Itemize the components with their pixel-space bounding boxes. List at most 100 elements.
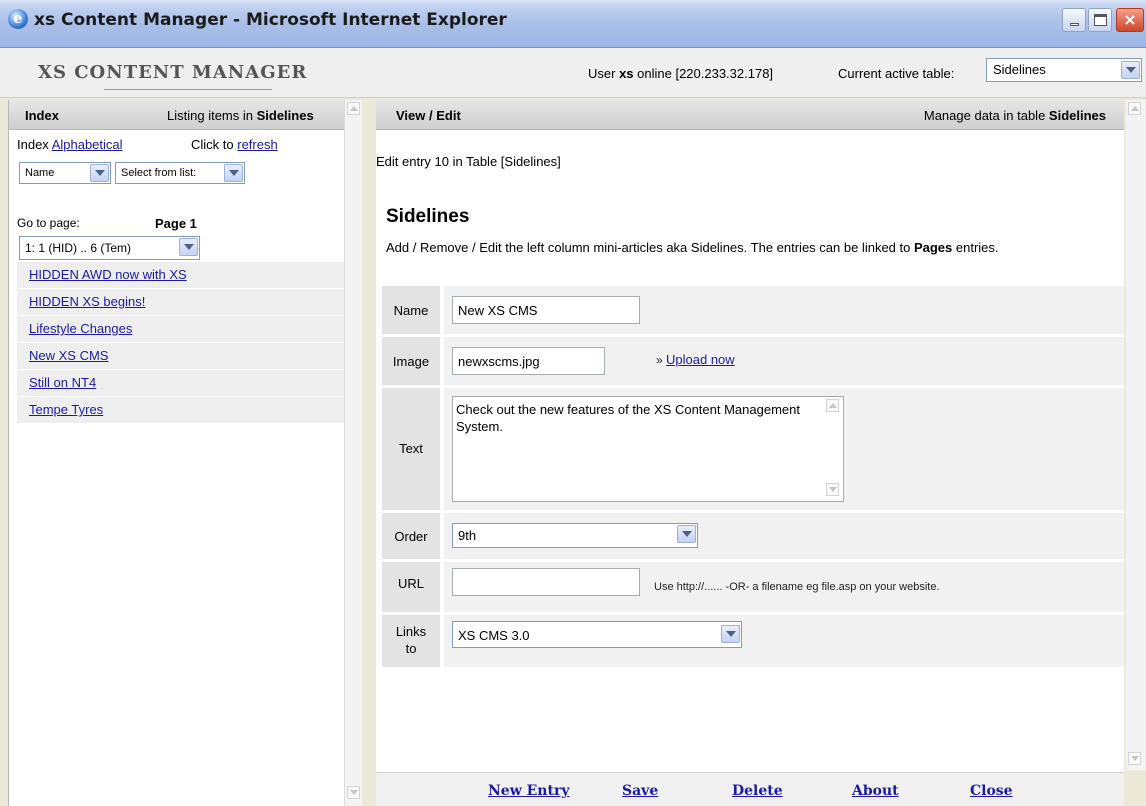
desc-end: entries. (952, 240, 999, 255)
edit-panel-header: View / Edit Manage data in table Sidelin… (376, 100, 1124, 130)
index-alphabetical-link[interactable]: Alphabetical (52, 137, 123, 152)
list-item: HIDDEN XS begins! (17, 289, 355, 315)
chevron-down-icon[interactable] (677, 525, 696, 543)
scroll-up-icon[interactable] (1128, 102, 1141, 115)
url-label: URL (382, 562, 440, 612)
entry-link[interactable]: Tempe Tyres (29, 402, 103, 417)
order-row: Order 9th (382, 513, 1124, 559)
list-item: Lifestyle Changes (17, 316, 355, 342)
refresh-line: Click to refresh (191, 137, 278, 152)
url-hint: Use http://...... -OR- a filename eg fil… (654, 581, 940, 593)
about-button[interactable]: About (852, 783, 899, 799)
order-select[interactable]: 9th (452, 523, 698, 548)
refresh-link[interactable]: refresh (237, 137, 277, 152)
close-button[interactable]: Close (970, 783, 1013, 799)
image-input[interactable]: newxscms.jpg (452, 347, 605, 375)
index-panel-header: Index Listing items in Sidelines (9, 100, 349, 130)
scroll-up-icon[interactable] (826, 399, 839, 412)
action-bar: New Entry Save Delete About Close (376, 772, 1124, 806)
chevron-down-icon[interactable] (1121, 61, 1140, 79)
image-cell: newxscms.jpg » Upload now (444, 337, 1124, 385)
logo-underline (104, 89, 272, 90)
window-titlebar[interactable]: e xs Content Manager - Microsoft Interne… (0, 0, 1146, 48)
internet-explorer-icon: e (8, 9, 28, 29)
maximize-button[interactable] (1088, 8, 1112, 32)
links-to-select[interactable]: XS CMS 3.0 (452, 621, 742, 648)
entry-link[interactable]: HIDDEN XS begins! (29, 294, 145, 309)
entry-form: Name New XS CMS Image newxscms.jpg » Upl… (382, 286, 1124, 670)
index-panel: Index Listing items in Sidelines Index A… (8, 100, 355, 806)
text-cell: Check out the new features of the XS Con… (444, 388, 1124, 510)
minimize-button[interactable] (1062, 8, 1086, 32)
active-table-label: Current active table: (838, 66, 955, 81)
scroll-down-icon[interactable] (826, 483, 839, 496)
sort-field-select[interactable]: Name (19, 162, 111, 184)
list-item: New XS CMS (17, 343, 355, 369)
chevron-down-icon[interactable] (224, 164, 243, 182)
index-prefix: Index (17, 137, 52, 152)
edit-scrollbar[interactable] (1126, 100, 1146, 770)
app-logo: XS CONTENT MANAGER (38, 62, 308, 83)
user-status: User xs online [220.233.32.178] (588, 66, 773, 81)
entry-list: HIDDEN AWD now with XS HIDDEN XS begins!… (17, 262, 355, 424)
list-item: Still on NT4 (17, 370, 355, 396)
entry-link[interactable]: Lifestyle Changes (29, 321, 132, 336)
chevron-down-icon[interactable] (721, 625, 740, 643)
entry-link[interactable]: HIDDEN AWD now with XS (29, 267, 187, 282)
url-input[interactable] (452, 568, 640, 596)
page-select-value: 1: 1 (HID) .. 6 (Tem) (25, 241, 132, 255)
save-button[interactable]: Save (622, 783, 658, 799)
entry-link[interactable]: New XS CMS (29, 348, 108, 363)
text-area-value: Check out the new features of the XS Con… (456, 402, 800, 434)
close-window-button[interactable]: × (1116, 8, 1144, 32)
text-row: Text Check out the new features of the X… (382, 388, 1124, 510)
minimize-icon (1070, 23, 1079, 26)
page-select[interactable]: 1: 1 (HID) .. 6 (Tem) (19, 236, 200, 260)
text-area-scrollbar[interactable] (825, 399, 841, 499)
manage-prefix: Manage data in table (923, 108, 1049, 123)
select-from-list-select[interactable]: Select from list: (115, 162, 245, 184)
scroll-down-icon[interactable] (347, 786, 360, 799)
desc-bold: Pages (913, 240, 953, 255)
name-label: Name (382, 286, 440, 334)
manage-info: Manage data in table Sidelines (924, 108, 1106, 123)
text-area[interactable]: Check out the new features of the XS Con… (452, 396, 844, 502)
order-value: 9th (458, 528, 477, 543)
view-edit-title: View / Edit (396, 108, 461, 123)
window-title: xs Content Manager - Microsoft Internet … (34, 10, 507, 30)
chevron-down-icon[interactable] (90, 164, 109, 182)
upload-now-link[interactable]: Upload now (666, 352, 735, 367)
sort-field-value: Name (25, 167, 55, 179)
user-prefix: User (588, 66, 620, 81)
entry-link[interactable]: Still on NT4 (29, 375, 96, 390)
links-label-2: to (405, 641, 417, 656)
edit-panel: View / Edit Manage data in table Sidelin… (376, 100, 1124, 806)
links-to-row: Links to XS CMS 3.0 (382, 615, 1124, 667)
current-page-label: Page 1 (155, 216, 197, 231)
image-label: Image (382, 337, 440, 385)
app-header: XS CONTENT MANAGER User xs online [220.2… (0, 48, 1146, 98)
scroll-down-icon[interactable] (1128, 752, 1141, 765)
url-row: URL Use http://...... -OR- a filename eg… (382, 562, 1124, 612)
upload-link-wrap: » Upload now (656, 352, 735, 367)
list-item: HIDDEN AWD now with XS (17, 262, 355, 288)
name-cell: New XS CMS (444, 286, 1124, 334)
index-scrollbar[interactable] (344, 100, 362, 806)
chevron-down-icon[interactable] (179, 238, 198, 256)
order-cell: 9th (444, 513, 1124, 559)
section-description: Add / Remove / Edit the left column mini… (386, 238, 1106, 257)
listing-table: Sidelines (256, 108, 314, 123)
new-entry-button[interactable]: New Entry (488, 783, 569, 799)
manage-table: Sidelines (1048, 108, 1106, 123)
edit-entry-note: Edit entry 10 in Table [Sidelines] (376, 154, 561, 169)
delete-button[interactable]: Delete (732, 783, 783, 799)
url-cell: Use http://...... -OR- a filename eg fil… (444, 562, 1124, 612)
scroll-up-icon[interactable] (347, 102, 360, 115)
name-input[interactable]: New XS CMS (452, 296, 640, 324)
active-table-select[interactable]: Sidelines (986, 58, 1142, 82)
links-to-label: Links to (382, 615, 440, 667)
text-label: Text (382, 388, 440, 510)
listing-prefix: Listing items in (167, 108, 257, 123)
active-table-value: Sidelines (993, 62, 1046, 77)
index-title: Index (25, 108, 59, 123)
